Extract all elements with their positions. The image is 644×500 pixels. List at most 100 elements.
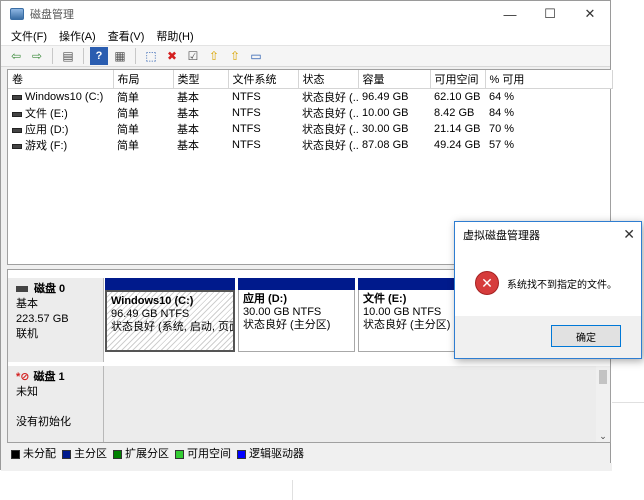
table-cell: 96.49 GB [362,91,409,103]
title-bar[interactable]: 磁盘管理 — ☐ ✕ [1,1,610,27]
menu-view[interactable]: 查看(V) [102,28,151,44]
ok-button[interactable]: 确定 [551,325,621,347]
scrollbar-thumb[interactable] [599,370,607,384]
properties-icon[interactable]: ▦ [111,47,129,65]
scroll-down-arrow-icon[interactable]: ⌄ [596,431,610,442]
table-cell: 简单 [117,92,139,104]
legend-swatch [62,449,71,459]
table-cell: 基本 [177,124,199,136]
background-window-edge [292,480,293,500]
disk-icon [16,286,28,293]
table-cell: 87.08 GB [362,139,409,151]
column-header-volume[interactable]: 卷 [8,70,114,89]
disk-0-label[interactable]: 磁盘 0 基本 223.57 GB 联机 [8,278,104,362]
table-cell: 57 % [489,139,515,151]
table-cell: 21.14 GB [434,123,481,135]
dialog-title-bar[interactable]: 虚拟磁盘管理器 ✕ [455,222,641,248]
dialog-message: 系统找不到指定的文件。 [507,279,617,291]
column-header-type[interactable]: 类型 [173,70,229,89]
dialog-close-button[interactable]: ✕ [623,226,635,243]
volume-drive-icon [12,94,22,100]
partition-size: 96.49 GB NTFS [111,308,190,320]
menu-bar: 文件(F) 操作(A) 查看(V) 帮助(H) [1,27,610,45]
disk-error-icon: *⊘ [16,371,30,383]
disk-0-type: 基本 [16,298,38,310]
disk-1-name: 磁盘 1 [33,371,65,383]
table-row[interactable]: 游戏 (F:) 简单 基本 NTFS 状态良好 (... 87.08 GB 49… [8,137,612,153]
table-cell: NTFS [232,91,261,103]
partition-size: 30.00 GB NTFS [243,306,322,318]
table-cell: 状态良好 (... [302,92,358,104]
table-cell: 简单 [117,124,139,136]
export-icon[interactable]: ⇧ [205,47,223,65]
table-cell: NTFS [232,139,261,151]
delete-icon[interactable]: ✖ [163,47,181,65]
partition-status: 状态良好 (系统, 启动, 页面文 [111,321,233,333]
disk-1-label[interactable]: *⊘ 磁盘 1 未知 没有初始化 [8,366,104,442]
table-cell: 10.00 GB [362,107,409,119]
partition-c[interactable]: Windows10 (C:) 96.49 GB NTFS 状态良好 (系统, 启… [104,278,235,352]
window-title: 磁盘管理 [30,9,74,21]
column-header-status[interactable]: 状态 [298,70,359,89]
maximize-button[interactable]: ☐ [530,1,570,27]
table-cell: 64 % [489,91,515,103]
minimize-button[interactable]: — [490,1,530,27]
status-bar [1,463,612,471]
error-dialog: 虚拟磁盘管理器 ✕ ✕ 系统找不到指定的文件。 确定 [454,221,642,359]
volume-cell: Windows10 (C:) [8,89,113,106]
close-button[interactable]: ✕ [570,1,610,27]
table-cell: 49.24 GB [434,139,481,151]
column-header-percent-free[interactable]: % 可用 [485,70,613,89]
table-cell: 状态良好 (... [302,108,358,120]
column-header-filesystem[interactable]: 文件系统 [228,70,299,89]
vertical-scrollbar[interactable]: ⌄ [596,366,610,442]
back-arrow-icon[interactable]: ⇦ [7,47,25,65]
partition-bar [238,278,355,290]
menu-action[interactable]: 操作(A) [53,28,102,44]
menu-file[interactable]: 文件(F) [5,28,53,44]
volume-cell: 文件 (E:) [8,105,113,121]
legend-swatch [175,449,184,459]
toolbar-separator [52,48,53,64]
console-icon[interactable]: ▤ [59,47,77,65]
toolbar-separator [83,48,84,64]
toolbar-separator [135,48,136,64]
disk-management-app-icon [10,8,24,20]
table-cell: 基本 [177,108,199,120]
column-header-free-space[interactable]: 可用空间 [430,70,486,89]
list-view-icon[interactable]: ▭ [247,47,265,65]
table-row[interactable]: Windows10 (C:) 简单 基本 NTFS 状态良好 (... 96.4… [8,89,612,106]
error-icon: ✕ [475,271,499,295]
legend-item-free-space: 可用空间 [175,445,231,461]
column-header-capacity[interactable]: 容量 [358,70,431,89]
table-cell: 84 % [489,107,515,119]
table-row[interactable]: 应用 (D:) 简单 基本 NTFS 状态良好 (... 30.00 GB 21… [8,121,612,137]
column-header-layout[interactable]: 布局 [113,70,174,89]
legend-swatch [11,449,20,459]
legend-item-unallocated: 未分配 [11,445,56,461]
table-cell: 基本 [177,92,199,104]
disk-1-area[interactable] [104,366,598,442]
disk-1-row: *⊘ 磁盘 1 未知 没有初始化 [8,366,598,442]
legend: 未分配 主分区 扩展分区 可用空间 逻辑驱动器 [7,445,611,461]
volume-cell: 应用 (D:) [8,121,113,137]
check-icon[interactable]: ☑ [184,47,202,65]
table-cell: 简单 [117,140,139,152]
volume-table-header: 卷 布局 类型 文件系统 状态 容量 可用空间 % 可用 [8,70,613,89]
partition-d[interactable]: 应用 (D:) 30.00 GB NTFS 状态良好 (主分区) [237,278,355,352]
connect-icon[interactable]: ⬚ [142,47,160,65]
partition-bar [105,278,235,290]
folder-open-icon[interactable]: ⇧ [226,47,244,65]
dialog-title: 虚拟磁盘管理器 [463,230,540,242]
table-cell: 基本 [177,140,199,152]
disk-0-status: 联机 [16,328,38,340]
help-icon[interactable]: ? [90,47,108,65]
table-row[interactable]: 文件 (E:) 简单 基本 NTFS 状态良好 (... 10.00 GB 8.… [8,105,612,121]
legend-item-extended: 扩展分区 [113,445,169,461]
partition-title: Windows10 (C:) [111,295,194,307]
legend-item-logical: 逻辑驱动器 [237,445,304,461]
menu-help[interactable]: 帮助(H) [150,28,199,44]
table-cell: 70 % [489,123,515,135]
background-window-edge [612,402,644,403]
forward-arrow-icon[interactable]: ⇨ [28,47,46,65]
